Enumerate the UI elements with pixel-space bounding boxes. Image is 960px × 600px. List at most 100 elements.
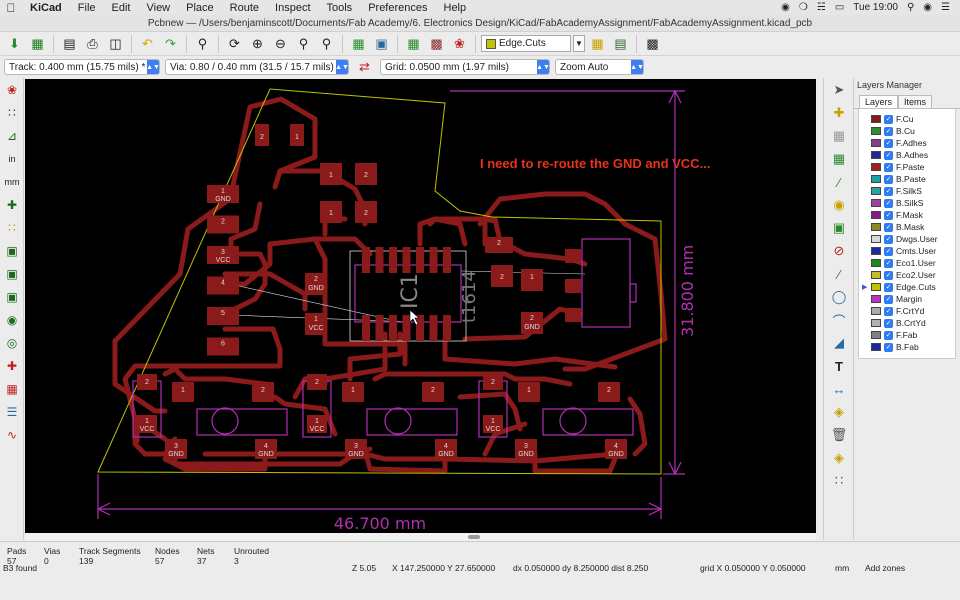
set-origin-icon[interactable]: ◈	[827, 447, 851, 469]
polar-coords-icon[interactable]: ⊿	[1, 125, 23, 147]
layer-visible-checkbox[interactable]: ✓	[884, 198, 893, 208]
layer-visible-checkbox[interactable]: ✓	[884, 162, 893, 172]
layer-color-swatch[interactable]	[871, 211, 881, 219]
via-sketch-icon[interactable]: ◎	[1, 332, 23, 354]
layer-visible-checkbox[interactable]: ✓	[884, 282, 893, 292]
python-console-icon[interactable]: ▩	[642, 33, 663, 54]
undo-icon[interactable]: ↶	[137, 33, 158, 54]
grid-select[interactable]: Grid: 0.0500 mm (1.97 mils) ▲▼	[380, 59, 550, 75]
layer-visible-checkbox[interactable]: ✓	[884, 150, 893, 160]
bluetooth-icon[interactable]: ❍	[799, 2, 808, 13]
track-width-select[interactable]: Track: 0.400 mm (15.75 mils) * ▲▼	[4, 59, 160, 75]
layer-visible-checkbox[interactable]: ✓	[884, 342, 893, 352]
grid-toggle-icon[interactable]: ∷	[1, 102, 23, 124]
layer-color-swatch[interactable]	[871, 295, 881, 303]
layer-color-swatch[interactable]	[871, 115, 881, 123]
wifi-icon[interactable]: ☵	[817, 2, 826, 13]
layer-row[interactable]: ✓ F.Fab	[859, 329, 955, 341]
zoom-select[interactable]: Zoom Auto ▲▼	[555, 59, 644, 75]
via-size-select[interactable]: Via: 0.80 / 0.40 mm (31.5 / 15.7 mils) *…	[165, 59, 349, 75]
scripting-icon[interactable]: ▤	[610, 33, 631, 54]
layer-color-swatch[interactable]	[871, 235, 881, 243]
menu-edit[interactable]: Edit	[104, 2, 139, 14]
layer-row[interactable]: ✓ F.SilkS	[859, 185, 955, 197]
layer-color-swatch[interactable]	[871, 199, 881, 207]
pad-sketch-icon[interactable]: ◉	[1, 309, 23, 331]
keepout-area-icon[interactable]: ⊘	[827, 240, 851, 262]
draw-circle-icon[interactable]: ◯	[827, 286, 851, 308]
zoom-selection-icon[interactable]: ⚲	[316, 33, 337, 54]
menu-app-name[interactable]: KiCad	[22, 2, 70, 14]
plot-icon[interactable]: ◫	[105, 33, 126, 54]
layer-row[interactable]: ▶ ✓ Edge.Cuts	[859, 281, 955, 293]
layer-row[interactable]: ✓ F.Adhes	[859, 137, 955, 149]
grid-origin-icon[interactable]: ∷	[827, 470, 851, 492]
layer-row[interactable]: ✓ F.Mask	[859, 209, 955, 221]
layer-color-swatch[interactable]	[871, 247, 881, 255]
pcb-canvas[interactable]: IC1 t1614 1 GND 2 3 VCC 4 5 6 2 1 1 2 1 2 2 2 G…	[25, 79, 816, 533]
horizontal-scrollbar[interactable]	[25, 533, 816, 541]
layer-visible-checkbox[interactable]: ✓	[884, 306, 893, 316]
layer-color-swatch[interactable]	[871, 187, 881, 195]
refresh-icon[interactable]: ⟳	[224, 33, 245, 54]
layer-color-swatch[interactable]	[871, 319, 881, 327]
board-setup-icon[interactable]: ▦	[27, 33, 48, 54]
layer-visible-checkbox[interactable]: ✓	[884, 114, 893, 124]
zone-outline-icon[interactable]: ▣	[1, 263, 23, 285]
add-zone-icon[interactable]: ▣	[827, 217, 851, 239]
route-track-icon[interactable]: ∕	[827, 171, 851, 193]
layer-visible-checkbox[interactable]: ✓	[884, 234, 893, 244]
highlight-net-icon[interactable]: ✚	[827, 102, 851, 124]
draw-polygon-icon[interactable]: ◢	[827, 332, 851, 354]
update-pcb-icon[interactable]: ▩	[426, 33, 447, 54]
high-contrast-icon[interactable]: ▦	[1, 378, 23, 400]
menu-inspect[interactable]: Inspect	[267, 2, 318, 14]
page-settings-icon[interactable]: ▤	[59, 33, 80, 54]
layer-visible-checkbox[interactable]: ✓	[884, 330, 893, 340]
layer-row[interactable]: ✓ F.CrtYd	[859, 305, 955, 317]
layer-row[interactable]: ✓ B.SilkS	[859, 197, 955, 209]
layer-visible-checkbox[interactable]: ✓	[884, 222, 893, 232]
layer-row[interactable]: ✓ B.Cu	[859, 125, 955, 137]
scrollbar-thumb[interactable]	[468, 535, 480, 539]
siri-icon[interactable]: ◉	[923, 2, 932, 13]
layer-pair-icon[interactable]: ▦	[587, 33, 608, 54]
menu-file[interactable]: File	[70, 2, 104, 14]
zone-fill-icon[interactable]: ▣	[1, 286, 23, 308]
draw-line-icon[interactable]: ∕	[827, 263, 851, 285]
layer-row[interactable]: ✓ Dwgs.User	[859, 233, 955, 245]
draw-arc-icon[interactable]: ⌒	[827, 309, 851, 331]
layer-color-swatch[interactable]	[871, 331, 881, 339]
layer-color-swatch[interactable]	[871, 151, 881, 159]
netlist-icon[interactable]: ▦	[403, 33, 424, 54]
layer-row[interactable]: ✓ Eco1.User	[859, 257, 955, 269]
menu-route[interactable]: Route	[222, 2, 267, 14]
local-ratsnest-icon[interactable]: ▦	[827, 125, 851, 147]
layer-visible-checkbox[interactable]: ✓	[884, 258, 893, 268]
inch-units-icon[interactable]: in	[1, 148, 23, 170]
layer-visible-checkbox[interactable]: ✓	[884, 126, 893, 136]
active-layer-select[interactable]: Edge.Cuts	[481, 35, 571, 52]
control-center-icon[interactable]: ☰	[941, 2, 950, 13]
layer-color-swatch[interactable]	[871, 163, 881, 171]
layers-manager-toggle-icon[interactable]: ☰	[1, 401, 23, 423]
zoom-out-icon[interactable]: ⊖	[270, 33, 291, 54]
redo-icon[interactable]: ↷	[160, 33, 181, 54]
layer-dropdown-button[interactable]: ▼	[573, 35, 585, 52]
add-dimension-icon[interactable]: ↔	[827, 378, 851, 400]
search-icon[interactable]: ⚲	[907, 2, 914, 13]
add-footprint-icon[interactable]: ▦	[827, 148, 851, 170]
footprint-editor-icon[interactable]: ▦	[348, 33, 369, 54]
menu-preferences[interactable]: Preferences	[360, 2, 435, 14]
layer-visible-checkbox[interactable]: ✓	[884, 318, 893, 328]
cursor-shape-icon[interactable]: ✚	[1, 194, 23, 216]
layer-row[interactable]: ✓ B.CrtYd	[859, 317, 955, 329]
layer-color-swatch[interactable]	[871, 271, 881, 279]
microwave-tools-icon[interactable]: ∿	[1, 424, 23, 446]
layer-row[interactable]: ✓ Margin	[859, 293, 955, 305]
drc-marker-icon[interactable]: ❀	[1, 79, 23, 101]
save-board-icon[interactable]: ⬇	[4, 33, 25, 54]
battery-icon[interactable]: ▭	[835, 2, 844, 13]
apple-icon[interactable]: 	[0, 1, 22, 15]
delete-icon[interactable]: 🗑	[827, 424, 851, 446]
